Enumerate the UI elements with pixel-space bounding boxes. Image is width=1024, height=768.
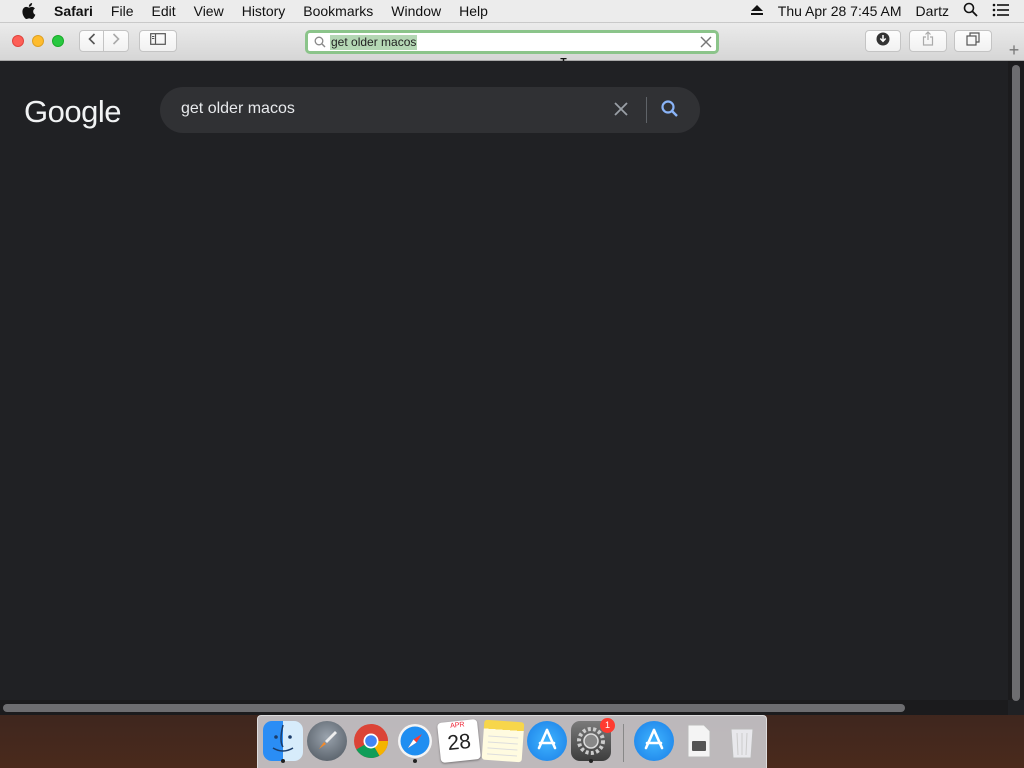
menu-help[interactable]: Help: [450, 0, 497, 22]
notification-badge: 1: [600, 718, 615, 733]
dock-launchpad[interactable]: [307, 721, 347, 761]
menu-history[interactable]: History: [233, 0, 295, 22]
safari-toolbar: get older macos: [0, 23, 1024, 61]
back-button[interactable]: [79, 30, 104, 52]
sidebar-button[interactable]: [139, 30, 177, 52]
menu-clock[interactable]: Thu Apr 28 7:45 AM: [778, 3, 902, 19]
eject-icon[interactable]: [750, 3, 764, 19]
address-bar[interactable]: get older macos: [305, 30, 719, 54]
dock-disk-image[interactable]: [678, 721, 718, 761]
menu-file[interactable]: File: [102, 0, 143, 22]
share-button[interactable]: [909, 30, 947, 52]
menu-window[interactable]: Window: [382, 0, 450, 22]
rocket-icon: [319, 731, 337, 749]
google-logo[interactable]: Google: [24, 94, 121, 130]
show-all-tabs-button[interactable]: [954, 30, 992, 52]
sidebar-icon: [150, 32, 166, 50]
finder-icon: [272, 724, 294, 752]
plus-icon: +: [1008, 39, 1020, 60]
dock-notes[interactable]: [481, 719, 525, 763]
menu-user[interactable]: Dartz: [916, 3, 949, 19]
fullscreen-window-button[interactable]: [52, 35, 64, 47]
download-icon: [876, 32, 890, 51]
dock-calendar[interactable]: APR 28: [437, 719, 481, 763]
spotlight-icon[interactable]: [963, 2, 978, 20]
menu-bar: Safari File Edit View History Bookmarks …: [0, 0, 1024, 23]
google-search-box[interactable]: get older macos: [160, 87, 700, 133]
clear-search-icon[interactable]: [612, 100, 630, 118]
running-indicator: [589, 759, 593, 763]
menu-app-safari[interactable]: Safari: [52, 0, 102, 22]
search-divider: [646, 97, 647, 123]
search-icon[interactable]: [660, 99, 680, 119]
dock-app-store-folder[interactable]: [634, 721, 674, 761]
address-bar-text[interactable]: get older macos: [330, 34, 418, 50]
calendar-day: 28: [446, 729, 472, 756]
search-icon: [314, 36, 326, 48]
app-store-icon: [644, 728, 664, 750]
dock-system-preferences[interactable]: 1: [571, 718, 615, 763]
downloads-button[interactable]: [865, 30, 901, 52]
app-store-icon: [537, 728, 557, 750]
notification-center-icon[interactable]: [992, 3, 1010, 20]
dock-app-store[interactable]: [527, 721, 567, 761]
minimize-window-button[interactable]: [32, 35, 44, 47]
google-search-input[interactable]: get older macos: [181, 100, 295, 118]
new-tab-button[interactable]: +: [1004, 40, 1024, 60]
dock: APR 28 1: [257, 715, 767, 768]
tabs-icon: [966, 31, 980, 51]
dock-chrome[interactable]: [351, 721, 391, 761]
apple-menu-icon[interactable]: [20, 2, 38, 20]
safari-window: get older macos + I Google get older mac…: [0, 23, 1024, 715]
menu-view[interactable]: View: [185, 0, 233, 22]
disk-image-icon: [687, 724, 711, 758]
chevron-right-icon: [112, 32, 120, 50]
running-indicator: [281, 759, 285, 763]
notes-icon: [487, 735, 519, 757]
running-indicator: [413, 759, 417, 763]
clear-address-icon[interactable]: [700, 36, 712, 48]
web-page: Google get older macos: [0, 61, 1008, 700]
dock-separator: [623, 724, 624, 762]
chrome-icon: [354, 724, 388, 758]
menu-edit[interactable]: Edit: [142, 0, 184, 22]
trash-icon: [730, 728, 754, 759]
dock-finder[interactable]: [263, 721, 303, 763]
dock-safari[interactable]: [395, 721, 435, 763]
chevron-left-icon: [87, 32, 96, 50]
forward-button[interactable]: [104, 30, 129, 52]
dock-trash[interactable]: [722, 721, 762, 761]
share-icon: [922, 31, 934, 51]
close-window-button[interactable]: [12, 35, 24, 47]
menu-bookmarks[interactable]: Bookmarks: [294, 0, 382, 22]
safari-icon: [398, 724, 432, 758]
